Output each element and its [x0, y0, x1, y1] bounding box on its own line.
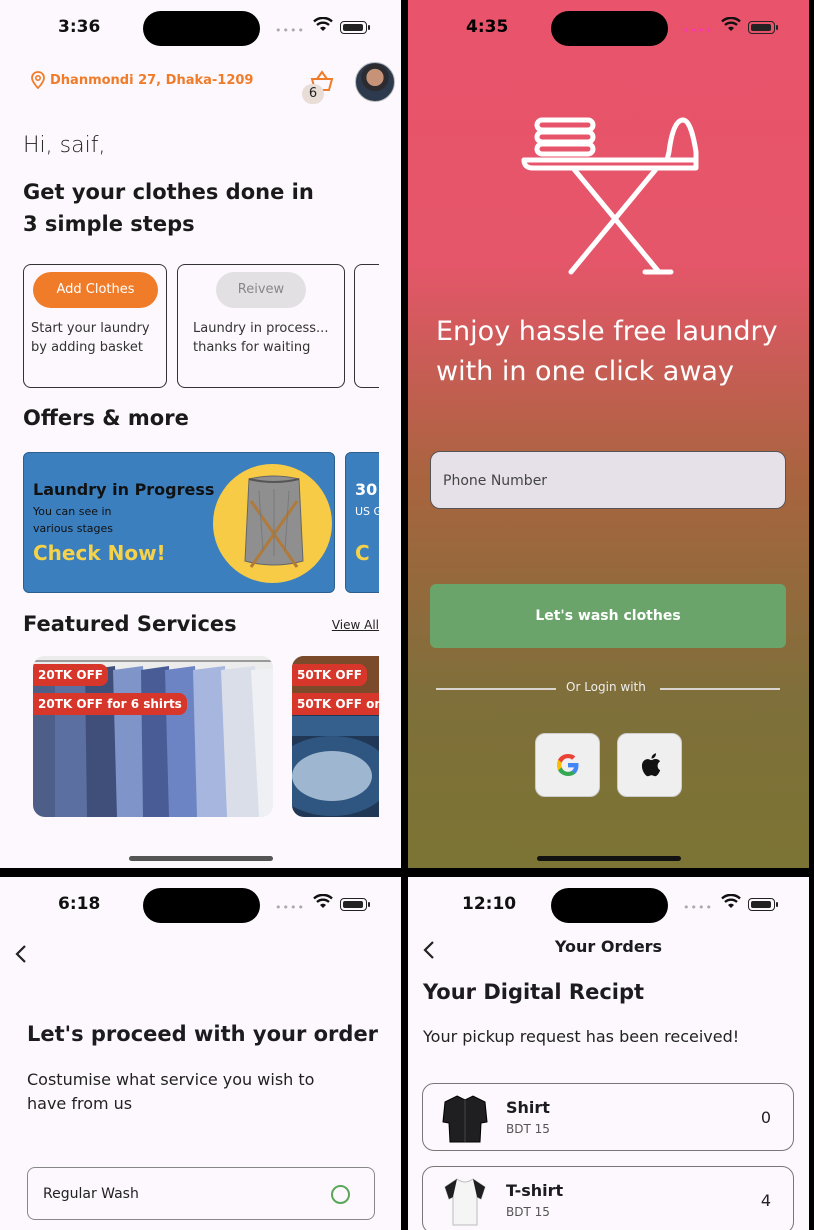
wifi-icon	[721, 894, 741, 908]
step-description: Start your laundry by adding basket	[31, 321, 150, 355]
login-title: Enjoy hassle free laundry with in one cl…	[436, 316, 778, 387]
or-login-label: Or Login with	[566, 680, 646, 694]
divider	[660, 688, 780, 690]
receipt-subtitle: Your pickup request has been received!	[423, 1027, 740, 1046]
service-card[interactable]: 20TK OFF 20TK OFF for 6 shirts	[33, 656, 273, 817]
dynamic-island	[143, 888, 260, 923]
divider	[436, 688, 556, 690]
status-time: 6:18	[58, 894, 101, 914]
battery-icon	[748, 898, 778, 911]
battery-icon	[748, 21, 778, 34]
signal-icon: ••••	[275, 901, 305, 914]
shirt-image	[442, 1095, 488, 1143]
greeting: Hi, saif,	[23, 133, 106, 158]
status-time: 4:35	[466, 17, 509, 37]
step-card[interactable]: Reivew Laundry in process... thanks for …	[177, 264, 345, 388]
google-login-button[interactable]	[535, 733, 600, 797]
battery-icon	[340, 898, 370, 911]
wash-clothes-button[interactable]: Let's wash clothes	[430, 584, 786, 648]
order-subtitle: Costumise what service you wish to have …	[27, 1070, 315, 1113]
page-header: Your Orders	[554, 937, 663, 956]
offers-carousel[interactable]: Laundry in Progress You can see in vario…	[23, 452, 379, 593]
avatar[interactable]	[355, 62, 395, 102]
headline: Get your clothes done in 3 simple steps	[23, 180, 314, 236]
discount-tag: 20TK OFF for 6 shirts	[33, 693, 187, 715]
list-item[interactable]: T-shirt BDT 15 4	[422, 1166, 794, 1230]
google-icon	[556, 754, 578, 776]
wifi-icon	[313, 17, 333, 31]
service-card[interactable]: 50TK OFF 50TK OFF on	[292, 656, 379, 817]
discount-tag: 20TK OFF	[33, 664, 108, 686]
signal-icon: ••••	[275, 24, 305, 37]
discount-tag: 50TK OFF	[292, 664, 367, 686]
status-bar: 4:35 ••••	[408, 0, 809, 56]
step-card[interactable]: Add Clothes Start your laundry by adding…	[23, 264, 167, 388]
item-price: BDT 15	[506, 1122, 550, 1136]
item-quantity: 0	[760, 1108, 771, 1127]
add-clothes-button[interactable]: Add Clothes	[33, 272, 158, 308]
laundry-basket-image	[244, 475, 304, 568]
step-card[interactable]	[354, 264, 379, 388]
steps-carousel[interactable]: Add Clothes Start your laundry by adding…	[23, 264, 379, 388]
item-name: Shirt	[506, 1098, 550, 1117]
offer-subtitle: You can see in various stages	[33, 505, 114, 535]
list-item[interactable]: Shirt BDT 15 0	[422, 1083, 794, 1151]
receipt-title: Your Digital Recipt	[423, 980, 645, 1004]
offer-title: 30	[355, 480, 378, 499]
ironing-board-icon	[521, 117, 699, 275]
home-screen: 3:36 •••• Dhanmondi 27, Dhaka-1209 6 Hi,…	[0, 0, 401, 868]
service-option-label: Regular Wash	[43, 1186, 139, 1202]
tshirt-image	[444, 1178, 486, 1226]
step-description: Laundry in process... thanks for waiting	[193, 321, 329, 355]
back-arrow-icon[interactable]	[14, 943, 28, 965]
offer-card[interactable]: Laundry in Progress You can see in vario…	[23, 452, 335, 593]
home-indicator	[129, 856, 273, 861]
wifi-icon	[313, 894, 333, 908]
services-carousel[interactable]: 20TK OFF 20TK OFF for 6 shirts 50TK OFF …	[33, 656, 379, 817]
offers-title: Offers & more	[23, 406, 189, 430]
offer-title: Laundry in Progress	[33, 480, 215, 499]
login-screen: 4:35 •••• Enjoy hassle free laundry with…	[408, 0, 809, 868]
featured-title: Featured Services	[23, 612, 237, 636]
status-time: 12:10	[462, 894, 517, 914]
home-indicator	[537, 856, 681, 861]
offer-cta[interactable]: C	[355, 541, 370, 565]
status-bar: 6:18 ••••	[0, 877, 401, 933]
item-price: BDT 15	[506, 1205, 550, 1219]
location-selector[interactable]: Dhanmondi 27, Dhaka-1209	[30, 71, 253, 89]
order-title: Let's proceed with your order	[27, 1022, 379, 1046]
apple-login-button[interactable]	[617, 733, 682, 797]
wifi-icon	[721, 17, 741, 31]
battery-icon	[340, 21, 370, 34]
offer-card[interactable]: 30 US GE C	[345, 452, 379, 593]
service-option[interactable]: Regular Wash	[27, 1167, 375, 1220]
discount-tag: 50TK OFF on	[292, 693, 379, 715]
cart-count-badge: 6	[302, 84, 324, 104]
item-name: T-shirt	[506, 1181, 564, 1200]
review-button[interactable]: Reivew	[216, 272, 306, 308]
apple-icon	[641, 753, 660, 777]
location-label: Dhanmondi 27, Dhaka-1209	[50, 72, 254, 88]
status-bar: 3:36 ••••	[0, 0, 401, 56]
dynamic-island	[551, 888, 668, 923]
phone-number-input[interactable]: Phone Number	[430, 451, 786, 509]
view-all-link[interactable]: View All	[332, 618, 379, 632]
status-time: 3:36	[58, 17, 101, 37]
item-quantity: 4	[760, 1191, 771, 1210]
dynamic-island	[143, 11, 260, 46]
offer-subtitle: US GE	[355, 505, 379, 518]
signal-icon: ••••	[683, 901, 713, 914]
dynamic-island	[551, 11, 668, 46]
offer-cta[interactable]: Check Now!	[33, 541, 166, 565]
radio-button[interactable]	[331, 1185, 350, 1204]
location-pin-icon	[31, 71, 45, 89]
status-bar: 12:10 ••••	[408, 877, 809, 933]
signal-icon: ••••	[683, 24, 713, 37]
